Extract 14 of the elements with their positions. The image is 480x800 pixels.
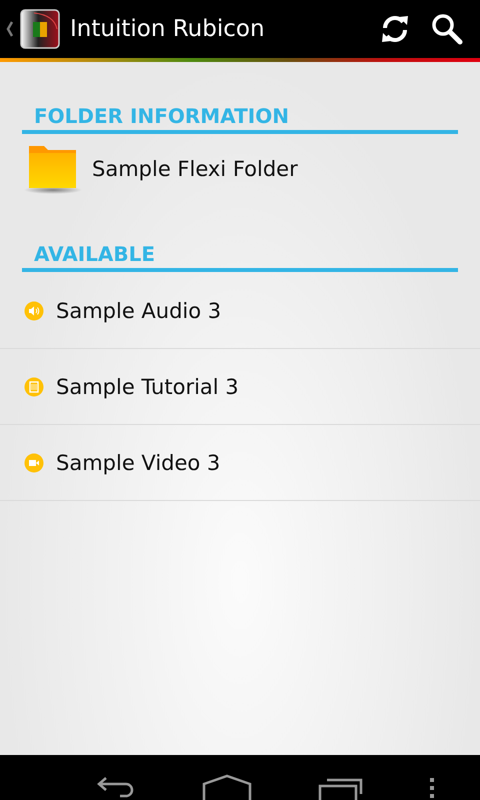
search-icon bbox=[430, 12, 464, 46]
section-heading: FOLDER INFORMATION bbox=[22, 104, 458, 134]
home-icon[interactable] bbox=[201, 774, 254, 800]
section-heading: AVAILABLE bbox=[22, 242, 458, 272]
app-logo-icon bbox=[20, 9, 60, 49]
back-chevron-icon bbox=[6, 21, 14, 37]
list-item[interactable]: Sample Audio 3 bbox=[0, 273, 480, 349]
list-item[interactable]: Sample Tutorial 3 bbox=[0, 349, 480, 425]
camera-icon bbox=[24, 452, 44, 472]
folder-name: Sample Flexi Folder bbox=[92, 157, 298, 181]
list-item[interactable]: Sample Video 3 bbox=[0, 425, 480, 501]
document-icon bbox=[24, 376, 44, 396]
speaker-icon bbox=[24, 300, 44, 320]
app-title: Intuition Rubicon bbox=[70, 16, 266, 42]
